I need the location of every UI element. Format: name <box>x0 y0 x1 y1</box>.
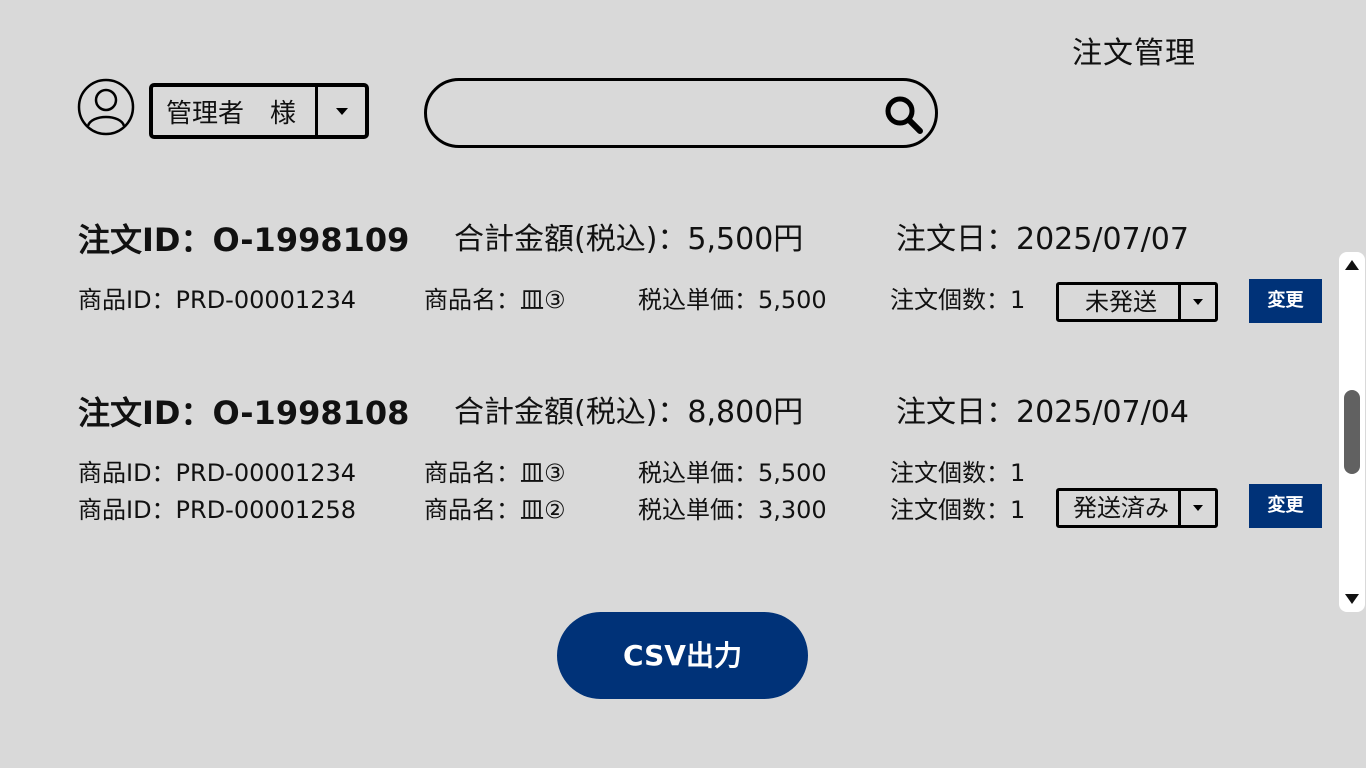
shipping-status-value: 発送済み <box>1073 494 1169 522</box>
order-total: 合計金額(税込)：8,800円 <box>454 395 804 430</box>
unit-price: 税込単価：3,300 <box>638 496 827 524</box>
user-name-label: 管理者 様 <box>166 98 297 129</box>
shipping-status-value: 未発送 <box>1085 288 1157 316</box>
unit-price: 税込単価：5,500 <box>638 459 827 487</box>
user-menu-select[interactable]: 管理者 様 <box>149 83 369 139</box>
order-total: 合計金額(税込)：5,500円 <box>454 222 804 257</box>
change-button[interactable]: 変更 <box>1249 279 1322 323</box>
search-input[interactable] <box>451 93 875 135</box>
shipping-status-select[interactable]: 未発送 <box>1056 282 1218 322</box>
user-menu-dropdown-button[interactable] <box>315 87 365 135</box>
product-name: 商品名：皿② <box>424 496 566 524</box>
change-button[interactable]: 変更 <box>1249 484 1322 528</box>
order-date: 注文日：2025/07/07 <box>896 222 1189 257</box>
scrollbar[interactable] <box>1339 252 1365 612</box>
order-quantity: 注文個数：1 <box>890 496 1026 524</box>
product-id: 商品ID：PRD-00001234 <box>78 459 357 487</box>
product-name: 商品名：皿③ <box>424 286 566 314</box>
order-id: 注文ID：O-1998108 <box>78 394 410 432</box>
scrollbar-thumb[interactable] <box>1344 390 1360 474</box>
unit-price: 税込単価：5,500 <box>638 286 827 314</box>
search-box[interactable] <box>424 78 938 148</box>
scroll-up-arrow-icon[interactable] <box>1345 260 1359 270</box>
user-avatar-icon[interactable] <box>77 78 135 136</box>
status-dropdown-button[interactable] <box>1178 285 1215 319</box>
status-dropdown-button[interactable] <box>1178 491 1215 525</box>
chevron-down-icon <box>1193 505 1203 511</box>
order-quantity: 注文個数：1 <box>890 459 1026 487</box>
shipping-status-select[interactable]: 発送済み <box>1056 488 1218 528</box>
product-name: 商品名：皿③ <box>424 459 566 487</box>
page-title: 注文管理 <box>1072 36 1196 71</box>
chevron-down-icon <box>1193 299 1203 305</box>
product-id: 商品ID：PRD-00001234 <box>78 286 357 314</box>
scroll-down-arrow-icon[interactable] <box>1345 594 1359 604</box>
search-icon[interactable] <box>883 94 925 136</box>
order-date: 注文日：2025/07/04 <box>896 395 1189 430</box>
order-quantity: 注文個数：1 <box>890 286 1026 314</box>
product-id: 商品ID：PRD-00001258 <box>78 496 357 524</box>
chevron-down-icon <box>335 107 348 115</box>
order-id: 注文ID：O-1998109 <box>78 221 410 259</box>
csv-export-button[interactable]: CSV出力 <box>557 612 808 699</box>
